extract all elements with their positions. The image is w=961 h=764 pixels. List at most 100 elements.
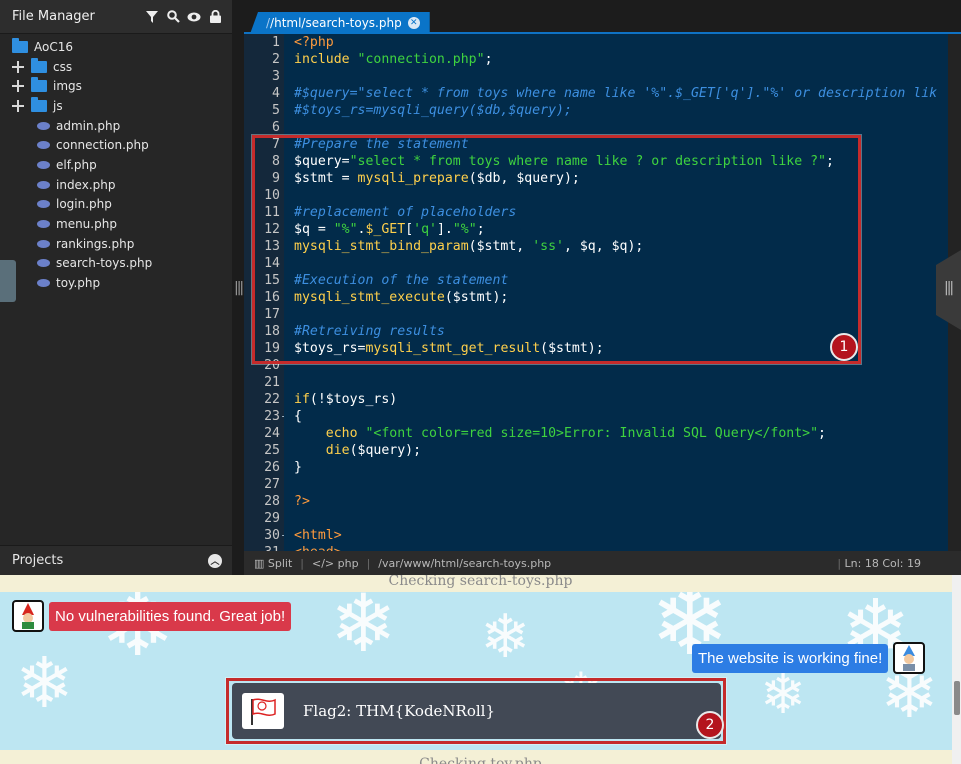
code-line: { xyxy=(294,408,302,425)
elf-avatar xyxy=(12,600,44,632)
line-number: 29 xyxy=(264,511,280,526)
php-file-icon xyxy=(37,259,50,268)
code-token: "<font color=red size=10>Error: Invalid … xyxy=(365,426,819,441)
language-label: php xyxy=(337,556,359,570)
panel-splitter[interactable]: ||| xyxy=(232,0,244,575)
close-icon[interactable]: ✕ xyxy=(407,17,420,29)
code-line: <html> xyxy=(294,527,342,544)
code-token: echo xyxy=(325,426,366,441)
folder-icon xyxy=(31,77,47,93)
filter-icon[interactable] xyxy=(145,10,159,24)
checking-status-top: Checking search-toys.php xyxy=(388,575,573,589)
expand-plus-icon[interactable] xyxy=(12,60,24,73)
tree-folder-imgs[interactable]: imgs xyxy=(0,76,232,96)
tree-item-root[interactable]: AoC16 xyxy=(0,37,232,57)
split-button[interactable]: ▥ Split xyxy=(254,557,292,570)
expand-plus-icon[interactable] xyxy=(12,99,24,112)
folder-icon xyxy=(12,37,28,53)
tree-item-label: login.php xyxy=(56,197,112,212)
php-file-icon xyxy=(37,200,50,209)
code-line: #$toys_rs=mysqli_query($db,$query); xyxy=(294,102,572,119)
callout-badge-1: 1 xyxy=(830,333,858,361)
php-file-icon xyxy=(37,141,50,150)
chat-message-right: The website is working fine! xyxy=(692,642,926,674)
tree-file-toy[interactable]: toy.php xyxy=(0,273,232,293)
tree-file-admin[interactable]: admin.php xyxy=(0,116,232,136)
sidebar-edge-handle[interactable] xyxy=(0,260,16,302)
code-token: <?php xyxy=(294,35,334,50)
code-line: <?php xyxy=(294,34,334,51)
projects-bar[interactable]: Projects ︿ xyxy=(0,545,232,575)
expand-plus-icon[interactable] xyxy=(12,80,24,93)
tree-file-login[interactable]: login.php xyxy=(0,195,232,215)
tree-file-rankings[interactable]: rankings.php xyxy=(0,234,232,254)
tree-item-label: index.php xyxy=(56,177,116,192)
code-token: #$toys_rs=mysqli_query($db,$query); xyxy=(294,103,572,118)
lock-icon[interactable] xyxy=(208,10,222,24)
tree-item-label: elf.php xyxy=(56,157,97,172)
tab-bar: //html/search-toys.php ✕ xyxy=(244,0,961,34)
line-number: 6 xyxy=(272,120,280,135)
tab-search-toys[interactable]: //html/search-toys.php ✕ xyxy=(250,12,430,34)
line-number: 30 xyxy=(264,528,280,543)
tree-item-label: connection.php xyxy=(56,138,149,153)
file-manager-header: File Manager xyxy=(0,0,232,34)
tree-item-label: admin.php xyxy=(56,118,121,133)
tree-folder-css[interactable]: css xyxy=(0,57,232,77)
page-scrollbar[interactable] xyxy=(952,575,961,764)
tree-item-label: rankings.php xyxy=(56,236,135,251)
line-number: 28 xyxy=(264,494,280,509)
tree-item-label: search-toys.php xyxy=(56,256,153,271)
tree-file-search-toys[interactable]: search-toys.php xyxy=(0,254,232,274)
code-token: ($query); xyxy=(349,443,422,458)
code-line: } xyxy=(294,459,302,476)
tree-file-menu[interactable]: menu.php xyxy=(0,214,232,234)
website-status-message: The website is working fine! xyxy=(692,643,889,673)
line-number: 5 xyxy=(272,103,280,118)
file-path: /var/www/html/search-toys.php xyxy=(378,556,552,570)
tree-folder-js[interactable]: js xyxy=(0,96,232,116)
line-number: 27 xyxy=(264,477,280,492)
snowflake-icon: ❄ xyxy=(15,642,74,724)
file-manager-panel: File Manager AoC16 css imgs js admin.php conn… xyxy=(0,0,232,575)
line-number: 25 xyxy=(264,443,280,458)
line-number: 24 xyxy=(264,426,280,441)
code-line: <head> xyxy=(294,544,342,551)
tree-file-index[interactable]: index.php xyxy=(0,175,232,195)
checking-status-bottom: Checking toy.php xyxy=(419,756,542,764)
php-file-icon xyxy=(37,279,50,288)
tree-item-label: css xyxy=(53,59,73,74)
code-line: die($query); xyxy=(294,442,421,459)
code-line: if(!$toys_rs) xyxy=(294,391,397,408)
code-token: <html> xyxy=(294,528,342,543)
highlight-box-1 xyxy=(252,135,861,364)
code-line: ?> xyxy=(294,493,310,510)
cursor-position: Ln: 18 Col: 19 xyxy=(844,556,921,570)
tree-item-label: toy.php xyxy=(56,276,101,291)
editor-statusbar: ▥ Split | </> php | /var/www/html/search… xyxy=(244,551,961,575)
eye-icon[interactable] xyxy=(187,10,201,24)
php-file-icon xyxy=(37,180,50,189)
tree-item-label: imgs xyxy=(53,79,82,94)
code-token: (!$toys_rs) xyxy=(309,392,398,407)
line-number: 26 xyxy=(264,460,280,475)
no-vuln-message: No vulnerabilities found. Great job! xyxy=(49,601,292,631)
tree-item-label: AoC16 xyxy=(34,39,73,54)
chevron-up-icon[interactable]: ︿ xyxy=(208,553,222,568)
file-manager-title: File Manager xyxy=(12,9,95,24)
code-token: ?> xyxy=(294,494,310,509)
code-token: } xyxy=(294,460,302,475)
tree-file-connection[interactable]: connection.php xyxy=(0,135,232,155)
search-icon[interactable] xyxy=(166,10,180,24)
code-token: "connection.php" xyxy=(357,52,485,67)
tab-label: /html/search-toys.php xyxy=(270,16,402,30)
tree-file-elf[interactable]: elf.php xyxy=(0,155,232,175)
scrollbar-thumb[interactable] xyxy=(954,681,960,715)
language-indicator[interactable]: </> php xyxy=(312,557,359,570)
chat-message-left: No vulnerabilities found. Great job! xyxy=(12,600,292,632)
line-number: 4 xyxy=(272,86,280,101)
folder-icon xyxy=(31,57,47,73)
line-number: 2 xyxy=(272,52,280,67)
